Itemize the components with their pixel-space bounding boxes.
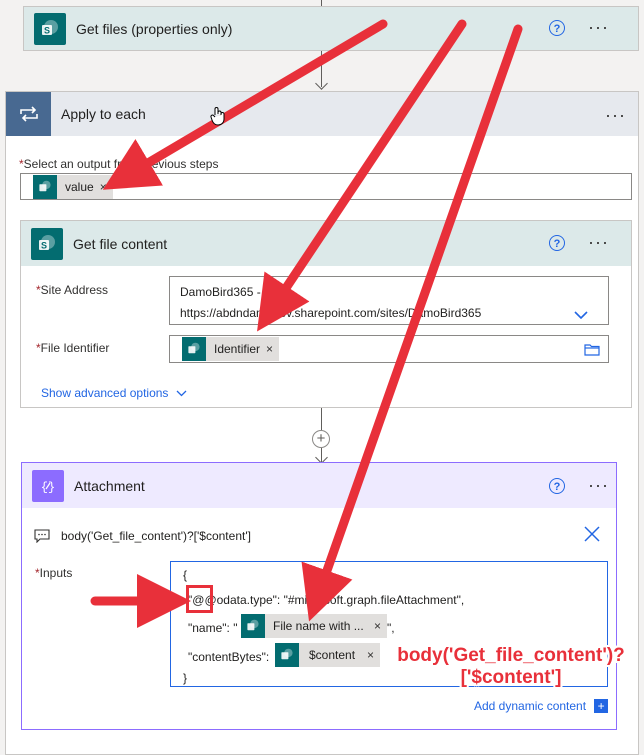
cursor-icon — [210, 106, 226, 129]
annotation-arrow-1 — [102, 19, 388, 190]
annotation-text: body('Get_file_content')? ['$content'] — [397, 645, 625, 688]
annotation-arrow-3 — [301, 24, 523, 622]
annotation-arrows — [90, 19, 523, 628]
